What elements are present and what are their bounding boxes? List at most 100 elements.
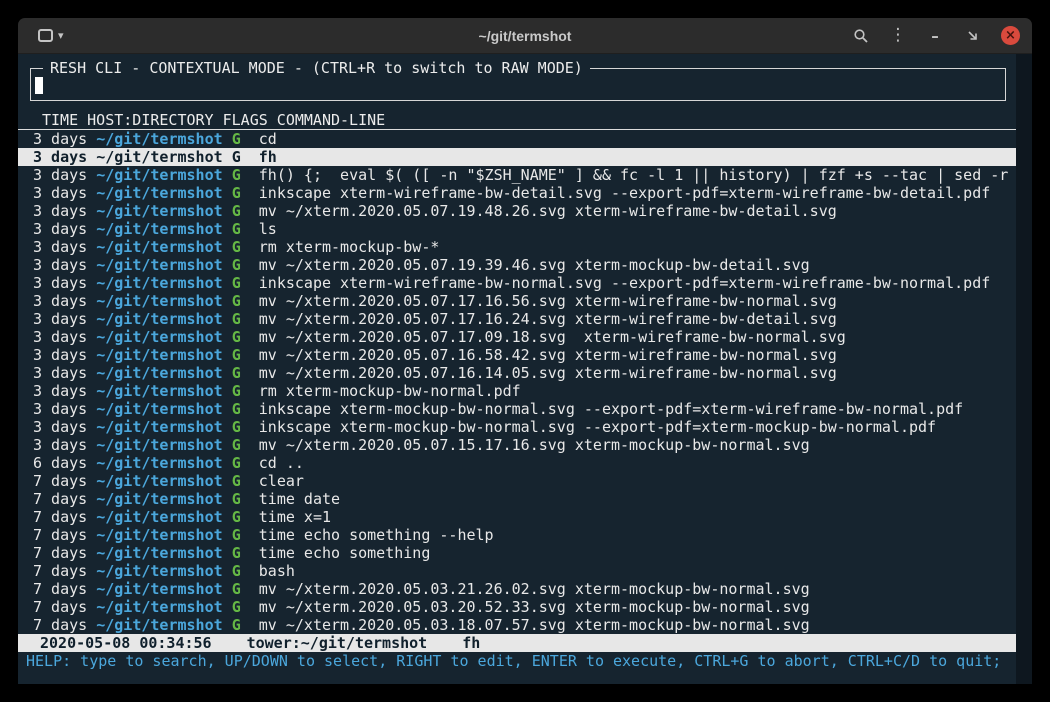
history-row[interactable]: 3 days ~/git/termshot G fh() {; eval $( …: [18, 166, 1016, 184]
status-datetime: 2020-05-08 00:34:56: [40, 634, 212, 652]
row-time: 3 days: [33, 166, 87, 184]
row-time: 3 days: [33, 382, 87, 400]
scrollbar[interactable]: [1016, 54, 1032, 684]
history-row[interactable]: 3 days ~/git/termshot G mv ~/xterm.2020.…: [18, 436, 1016, 454]
history-row[interactable]: 7 days ~/git/termshot G mv ~/xterm.2020.…: [18, 598, 1016, 616]
history-row[interactable]: 3 days ~/git/termshot G mv ~/xterm.2020.…: [18, 292, 1016, 310]
row-time: 7 days: [33, 598, 87, 616]
minimize-button[interactable]: –: [923, 23, 947, 49]
minimize-icon: –: [931, 27, 939, 45]
row-command: fh: [259, 148, 277, 166]
history-row[interactable]: 3 days ~/git/termshot G inkscape xterm-w…: [18, 274, 1016, 292]
row-flags: G: [232, 508, 241, 526]
row-flags: G: [232, 490, 241, 508]
row-flags: G: [232, 220, 241, 238]
row-host-directory: ~/git/termshot: [96, 580, 222, 598]
history-row[interactable]: 7 days ~/git/termshot G mv ~/xterm.2020.…: [18, 580, 1016, 598]
history-row[interactable]: 7 days ~/git/termshot G time echo someth…: [18, 544, 1016, 562]
history-row[interactable]: 7 days ~/git/termshot G clear: [18, 472, 1016, 490]
history-row[interactable]: 3 days ~/git/termshot G cd: [18, 130, 1016, 148]
help-line: HELP: type to search, UP/DOWN to select,…: [18, 652, 1016, 670]
unmaximize-button[interactable]: [960, 23, 984, 49]
row-flags: G: [232, 400, 241, 418]
row-time: 3 days: [33, 148, 87, 166]
search-icon: [853, 28, 869, 44]
row-host-directory: ~/git/termshot: [96, 526, 222, 544]
status-host-path: tower:~/git/termshot: [247, 634, 428, 652]
history-row[interactable]: 3 days ~/git/termshot G rm xterm-mockup-…: [18, 238, 1016, 256]
history-row[interactable]: 6 days ~/git/termshot G cd ..: [18, 454, 1016, 472]
history-row[interactable]: 3 days ~/git/termshot G inkscape xterm-w…: [18, 184, 1016, 202]
row-flags: G: [232, 472, 241, 490]
row-flags: G: [232, 598, 241, 616]
row-host-directory: ~/git/termshot: [96, 508, 222, 526]
history-row[interactable]: 3 days ~/git/termshot G mv ~/xterm.2020.…: [18, 256, 1016, 274]
row-time: 7 days: [33, 472, 87, 490]
row-host-directory: ~/git/termshot: [96, 418, 222, 436]
new-tab-button[interactable]: ▾: [38, 23, 64, 49]
row-command: inkscape xterm-mockup-bw-normal.svg --ex…: [259, 418, 936, 436]
row-flags: G: [232, 562, 241, 580]
terminal-screen[interactable]: RESH CLI - CONTEXTUAL MODE - (CTRL+R to …: [18, 54, 1032, 684]
terminal-window: ▾ ~/git/termshot ⋮ –: [18, 18, 1032, 684]
status-bar: 2020-05-08 00:34:56tower:~/git/termshotf…: [18, 634, 1016, 652]
row-host-directory: ~/git/termshot: [96, 238, 222, 256]
row-command: fh() {; eval $( ([ -n "$ZSH_NAME" ] && f…: [259, 166, 1009, 184]
row-flags: G: [232, 202, 241, 220]
history-row[interactable]: 7 days ~/git/termshot G time x=1: [18, 508, 1016, 526]
history-row[interactable]: 7 days ~/git/termshot G mv ~/xterm.2020.…: [18, 616, 1016, 634]
text-cursor: [35, 77, 43, 94]
row-command: time x=1: [259, 508, 331, 526]
kebab-menu-icon: ⋮: [890, 27, 907, 44]
row-host-directory: ~/git/termshot: [96, 202, 222, 220]
row-flags: G: [232, 580, 241, 598]
row-flags: G: [232, 382, 241, 400]
row-flags: G: [232, 418, 241, 436]
row-time: 7 days: [33, 616, 87, 634]
row-host-directory: ~/git/termshot: [96, 562, 222, 580]
row-command: ls: [259, 220, 277, 238]
history-row[interactable]: 3 days ~/git/termshot G fh: [18, 148, 1016, 166]
row-host-directory: ~/git/termshot: [96, 130, 222, 148]
row-command: inkscape xterm-wireframe-bw-detail.svg -…: [259, 184, 991, 202]
history-row[interactable]: 3 days ~/git/termshot G mv ~/xterm.2020.…: [18, 328, 1016, 346]
history-row[interactable]: 3 days ~/git/termshot G inkscape xterm-m…: [18, 418, 1016, 436]
history-row[interactable]: 3 days ~/git/termshot G mv ~/xterm.2020.…: [18, 346, 1016, 364]
history-row[interactable]: 3 days ~/git/termshot G ls: [18, 220, 1016, 238]
menu-button[interactable]: ⋮: [886, 23, 910, 49]
history-row[interactable]: 7 days ~/git/termshot G bash: [18, 562, 1016, 580]
history-row[interactable]: 7 days ~/git/termshot G time date: [18, 490, 1016, 508]
row-host-directory: ~/git/termshot: [96, 274, 222, 292]
row-time: 7 days: [33, 580, 87, 598]
close-button[interactable]: ×: [1001, 26, 1020, 45]
titlebar[interactable]: ▾ ~/git/termshot ⋮ –: [18, 18, 1032, 54]
columns-header: TIME HOST:DIRECTORY FLAGS COMMAND-LINE: [18, 111, 1016, 130]
row-command: rm xterm-mockup-bw-normal.pdf: [259, 382, 521, 400]
row-host-directory: ~/git/termshot: [96, 490, 222, 508]
row-host-directory: ~/git/termshot: [96, 166, 222, 184]
row-flags: G: [232, 616, 241, 634]
row-flags: G: [232, 364, 241, 382]
row-time: 3 days: [33, 346, 87, 364]
row-command: mv ~/xterm.2020.05.07.17.16.24.svg xterm…: [259, 310, 837, 328]
history-row[interactable]: 3 days ~/git/termshot G inkscape xterm-m…: [18, 400, 1016, 418]
row-command: time echo something: [259, 544, 431, 562]
row-host-directory: ~/git/termshot: [96, 454, 222, 472]
row-command: mv ~/xterm.2020.05.07.17.16.56.svg xterm…: [259, 292, 837, 310]
row-time: 3 days: [33, 292, 87, 310]
row-time: 7 days: [33, 526, 87, 544]
history-row[interactable]: 3 days ~/git/termshot G rm xterm-mockup-…: [18, 382, 1016, 400]
row-time: 3 days: [33, 400, 87, 418]
history-row[interactable]: 3 days ~/git/termshot G mv ~/xterm.2020.…: [18, 202, 1016, 220]
row-command: mv ~/xterm.2020.05.07.17.09.18.svg xterm…: [259, 328, 846, 346]
search-input-box[interactable]: RESH CLI - CONTEXTUAL MODE - (CTRL+R to …: [30, 68, 1006, 101]
history-row[interactable]: 3 days ~/git/termshot G mv ~/xterm.2020.…: [18, 364, 1016, 382]
search-button[interactable]: [849, 23, 873, 49]
history-row[interactable]: 3 days ~/git/termshot G mv ~/xterm.2020.…: [18, 310, 1016, 328]
row-command: mv ~/xterm.2020.05.07.16.14.05.svg xterm…: [259, 364, 837, 382]
history-row[interactable]: 7 days ~/git/termshot G time echo someth…: [18, 526, 1016, 544]
row-command: mv ~/xterm.2020.05.03.20.52.33.svg xterm…: [259, 598, 810, 616]
row-host-directory: ~/git/termshot: [96, 184, 222, 202]
row-host-directory: ~/git/termshot: [96, 148, 222, 166]
row-time: 7 days: [33, 508, 87, 526]
